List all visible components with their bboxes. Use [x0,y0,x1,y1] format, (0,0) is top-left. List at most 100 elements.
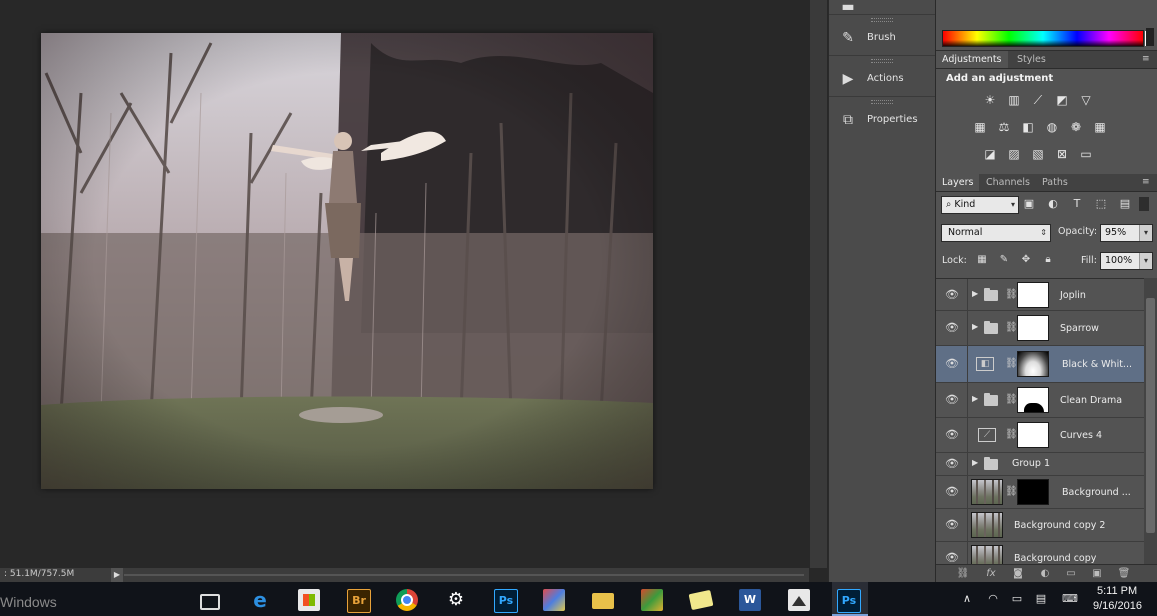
lock-all-icon[interactable]: 🔒︎ [1042,254,1054,266]
eye-icon[interactable]: 👁︎ [945,289,959,301]
status-menu-arrow[interactable]: ▶ [111,568,123,582]
layer-row-background-copy[interactable]: 👁︎ Background copy [936,542,1144,565]
layer-mask-thumbnail[interactable] [1017,282,1049,308]
eye-icon[interactable]: 👁︎ [945,394,959,406]
eye-icon[interactable]: 👁︎ [945,552,959,564]
brightness-contrast-icon[interactable]: ☀ [982,92,998,108]
filter-type-icon[interactable]: T [1069,196,1085,212]
app-icon[interactable] [641,589,663,611]
wifi-icon[interactable]: ◠ [986,593,1000,605]
invert-icon[interactable]: ◪ [982,146,998,162]
layer-mask-thumbnail[interactable] [1017,387,1049,413]
settings-icon[interactable]: ⚙ [445,589,467,611]
photoshop-active-icon[interactable]: Ps [837,589,861,613]
layer-row-background-masked[interactable]: 👁︎ ⛓ Background ... [936,476,1144,509]
eye-icon[interactable]: 👁︎ [945,358,959,370]
blend-mode-select[interactable]: Normal ⇕ [941,224,1051,242]
layer-row-clean-drama[interactable]: 👁︎ ▶ ⛓ Clean Drama [936,383,1144,418]
filter-toggle[interactable] [1139,197,1149,211]
panel-menu-icon[interactable]: ≡ [1142,177,1154,187]
layer-mask-thumbnail[interactable] [1017,479,1049,505]
battery-icon[interactable]: ▭ [1010,593,1024,605]
filter-kind-select[interactable]: ⌕ Kind ▾ [941,196,1019,214]
layer-row-background-copy-2[interactable]: 👁︎ Background copy 2 [936,509,1144,542]
posterize-icon[interactable]: ▨ [1006,146,1022,162]
word-icon[interactable]: W [739,589,761,611]
sticky-notes-icon[interactable] [688,589,714,611]
dock-item-brush[interactable]: ✎ Brush [829,14,935,55]
scrollbar-thumb[interactable] [1146,298,1155,533]
color-balance-icon[interactable]: ⚖ [996,119,1012,135]
eye-icon[interactable]: 👁︎ [945,458,959,470]
link-icon[interactable]: ⛓ [1005,322,1018,334]
eye-icon[interactable]: 👁︎ [945,519,959,531]
link-icon[interactable]: ⛓ [1005,486,1018,498]
hue-saturation-icon[interactable]: ▦ [972,119,988,135]
panel-menu-icon[interactable]: ≡ [1142,54,1154,64]
edge-icon[interactable]: e [249,589,271,611]
gradient-map-icon[interactable]: ▭ [1078,146,1094,162]
lock-transparent-icon[interactable]: ▦ [976,254,988,266]
workspace-scrollbar[interactable] [810,0,827,568]
filter-adjustment-icon[interactable]: ◐ [1045,196,1061,212]
layer-row-black-white[interactable]: 👁︎ ◧ ⛓ Black & Whit... [936,346,1144,383]
keyboard-icon[interactable]: ⌨ [1058,593,1082,605]
exposure-icon[interactable]: ◩ [1054,92,1070,108]
black-white-icon[interactable]: ◧ [1020,119,1036,135]
clock-time[interactable]: 5:11 PM [1097,585,1137,597]
fx-icon[interactable]: fx [984,568,998,580]
expand-arrow-icon[interactable]: ▶ [972,458,980,467]
chrome-icon[interactable] [396,589,418,611]
selective-color-icon[interactable]: ⊠ [1054,146,1070,162]
color-black-swatch[interactable] [1146,28,1154,46]
add-mask-icon[interactable]: ◙ [1011,568,1025,580]
chevron-up-icon[interactable]: ∧ [960,593,974,605]
eye-icon[interactable]: 👁︎ [945,322,959,334]
eye-icon[interactable]: 👁︎ [945,486,959,498]
expand-arrow-icon[interactable]: ▶ [972,289,980,298]
task-view-icon[interactable] [200,594,220,610]
document-canvas[interactable] [41,33,653,489]
layer-mask-thumbnail[interactable] [1017,315,1049,341]
tab-paths[interactable]: Paths [1036,174,1074,191]
expand-arrow-icon[interactable]: ▶ [972,322,980,331]
chevron-down-icon[interactable]: ▾ [1139,225,1152,241]
filter-pixel-icon[interactable]: ▣ [1021,196,1037,212]
paint-icon[interactable] [543,589,565,611]
link-icon[interactable]: ⛓ [1005,394,1018,406]
link-layers-icon[interactable]: ⛓ [956,568,970,580]
layers-scrollbar[interactable] [1144,278,1157,564]
fill-field[interactable]: 100% ▾ [1100,252,1153,270]
dock-item-actions[interactable]: ▶ Actions [829,55,935,96]
levels-icon[interactable]: ▥ [1006,92,1022,108]
link-icon[interactable]: ⛓ [1005,358,1018,370]
layer-row-joplin[interactable]: 👁︎ ▶ ⛓ Joplin [936,279,1144,311]
lock-pixels-icon[interactable]: ✎ [998,254,1010,266]
horizontal-scrollbar[interactable] [124,574,804,576]
threshold-icon[interactable]: ▧ [1030,146,1046,162]
store-icon[interactable] [298,589,320,611]
tab-layers[interactable]: Layers [936,174,980,191]
tab-adjustments[interactable]: Adjustments [936,51,1008,68]
layer-mask-thumbnail[interactable] [1017,351,1049,377]
color-spectrum[interactable] [942,30,1153,47]
dock-item-properties[interactable]: ⧉ Properties [829,96,935,137]
eye-icon[interactable]: 👁︎ [945,429,959,441]
photos-icon[interactable] [788,589,810,611]
tab-channels[interactable]: Channels [980,174,1036,191]
link-icon[interactable]: ⛓ [1005,429,1018,441]
opacity-field[interactable]: 95% ▾ [1100,224,1153,242]
new-layer-icon[interactable]: ▣ [1090,568,1104,580]
color-lookup-icon[interactable]: ▦ [1092,119,1108,135]
photoshop-icon[interactable]: Ps [494,589,518,613]
photo-filter-icon[interactable]: ◍ [1044,119,1060,135]
new-adjustment-icon[interactable]: ◐ [1038,568,1052,580]
tab-styles[interactable]: Styles [1011,51,1052,68]
new-group-icon[interactable]: ▭ [1064,568,1078,580]
file-explorer-icon[interactable] [592,593,614,609]
filter-shape-icon[interactable]: ⬚ [1093,196,1109,212]
lock-position-icon[interactable]: ✥ [1020,254,1032,266]
vibrance-icon[interactable]: ▽ [1078,92,1094,108]
expand-arrow-icon[interactable]: ▶ [972,394,980,403]
channel-mixer-icon[interactable]: ❁ [1068,119,1084,135]
